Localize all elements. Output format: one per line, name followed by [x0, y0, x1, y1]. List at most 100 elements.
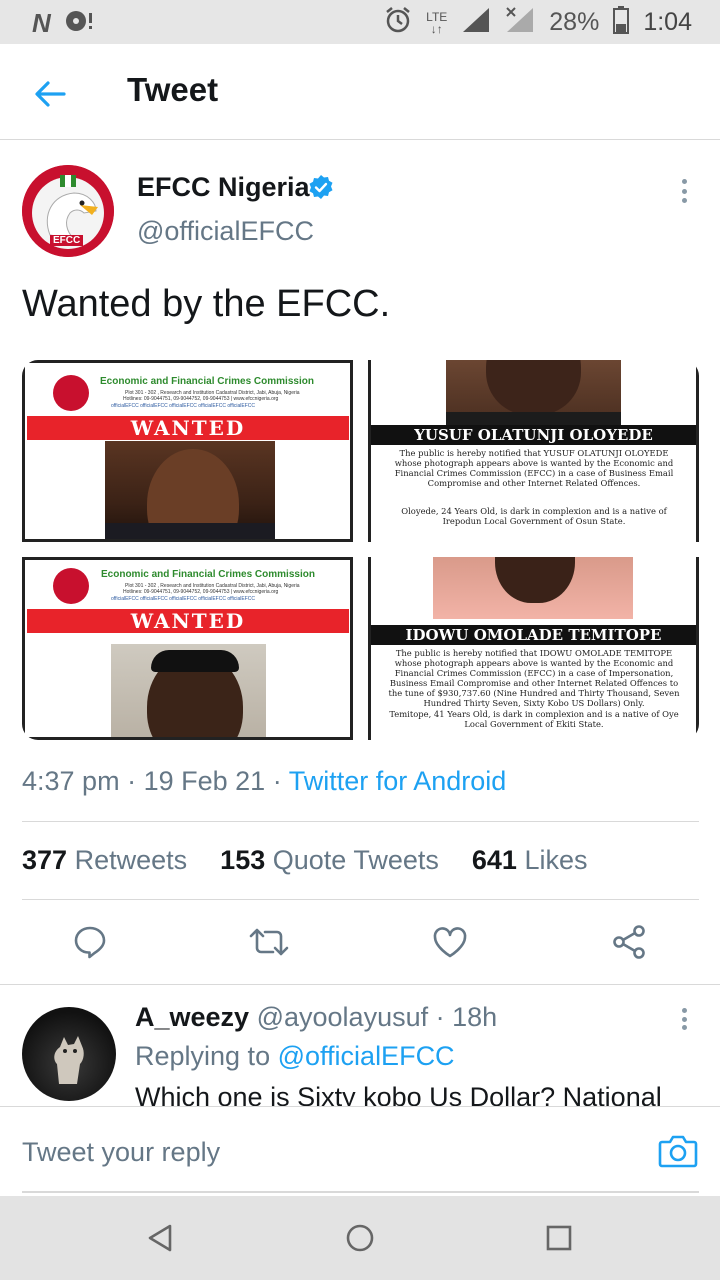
likes-label: Likes — [524, 845, 588, 875]
poster-org: Economic and Financial Crimes Commission — [100, 376, 314, 387]
poster-hotlines: Hotlines: 09-9044751, 09-9044752, 09-904… — [123, 396, 279, 402]
replying-to-handle[interactable]: @officialEFCC — [278, 1041, 455, 1071]
reply-time: 18h — [452, 1002, 498, 1032]
lte-icon: LTE ↓↑ — [426, 9, 448, 36]
nav-recents-button[interactable] — [541, 1220, 577, 1256]
tweet-text: Wanted by the EFCC. — [22, 283, 391, 325]
reply-input[interactable]: Tweet your reply — [22, 1137, 220, 1168]
composer-underline — [22, 1191, 699, 1193]
more-dot-icon — [681, 1025, 687, 1030]
signal-no-data-icon — [505, 6, 535, 39]
heart-icon — [433, 927, 467, 958]
nav-back-button[interactable] — [142, 1220, 178, 1256]
divider — [22, 821, 699, 822]
poster-details: Oloyede, 24 Years Old, is dark in comple… — [401, 506, 667, 526]
tweet-date: 19 Feb 21 — [143, 766, 266, 796]
reply-button[interactable] — [70, 922, 110, 962]
quotes-stat[interactable]: 153 Quote Tweets — [220, 845, 439, 875]
poster-hotlines: Hotlines: 09-9044751, 09-9044752, 09-904… — [123, 589, 279, 595]
section-divider — [0, 984, 720, 985]
tweet-time: 4:37 pm — [22, 766, 120, 796]
tweet-stats: 377 Retweets 153 Quote Tweets 641 Likes — [22, 845, 588, 876]
system-nav-bar — [0, 1196, 720, 1280]
back-arrow-icon — [35, 81, 66, 107]
like-button[interactable] — [430, 922, 470, 962]
camera-icon — [658, 1135, 698, 1168]
notification-disc-icon — [65, 9, 95, 38]
suspect-photo — [111, 644, 266, 737]
divider — [22, 899, 699, 900]
wanted-banner: WANTED — [27, 609, 349, 633]
reply-author-handle[interactable]: @ayoolayusuf — [257, 1002, 429, 1032]
poster-notice: The public is hereby notified that YUSUF… — [394, 448, 674, 488]
suspect-photo — [105, 441, 275, 539]
notification-n-icon: N — [32, 8, 51, 38]
more-dot-icon — [681, 198, 687, 203]
share-icon — [613, 925, 645, 959]
wanted-poster-1[interactable]: Economic and Financial Crimes Commission… — [22, 360, 353, 542]
efcc-logo-icon — [53, 568, 89, 604]
poster-notice: The public is hereby notified that IDOWU… — [388, 648, 680, 708]
square-recents-icon — [546, 1225, 572, 1251]
poster-social: officialEFCC officialEFCC officialEFCC o… — [111, 596, 256, 602]
tweet-more-button[interactable] — [672, 176, 696, 206]
tweet-source-link[interactable]: Twitter for Android — [289, 766, 507, 796]
battery-icon — [613, 6, 630, 39]
avatar-label: EFCC — [50, 235, 84, 246]
likes-stat[interactable]: 641 Likes — [472, 845, 588, 875]
clock: 1:04 — [643, 8, 692, 36]
replying-to: Replying to @officialEFCC — [135, 1041, 455, 1072]
wanted-banner: WANTED — [27, 416, 349, 440]
camera-button[interactable] — [658, 1133, 698, 1173]
efcc-logo-icon — [53, 375, 89, 411]
author-handle[interactable]: @officialEFCC — [137, 216, 314, 247]
reply-header: A_weezy @ayoolayusuf · 18h — [135, 1002, 498, 1032]
more-dot-icon — [681, 179, 687, 184]
retweet-icon — [249, 928, 289, 956]
tweet-meta: 4:37 pm · 19 Feb 21 · Twitter for Androi… — [22, 766, 507, 796]
likes-count: 641 — [471, 845, 517, 875]
poster-social: officialEFCC officialEFCC officialEFCC o… — [111, 403, 256, 409]
reply-icon — [74, 926, 106, 959]
share-button[interactable] — [609, 922, 649, 962]
tweet-actions — [0, 912, 720, 972]
reply-more-button[interactable] — [672, 1006, 696, 1032]
signal-icon — [461, 6, 491, 39]
reply-composer: Tweet your reply — [0, 1106, 720, 1196]
quotes-label: Quote Tweets — [272, 845, 439, 875]
battery-percent: 28% — [549, 8, 600, 36]
suspect-photo — [446, 360, 621, 426]
verified-badge-icon — [309, 175, 333, 199]
media-grid: Economic and Financial Crimes Commission… — [22, 360, 699, 740]
circle-home-icon — [346, 1224, 374, 1252]
more-dot-icon — [681, 188, 687, 194]
suspect-name: YUSUF OLATUNJI OLOYEDE — [371, 425, 696, 445]
reply-text: Which one is Sixty kobo Us Dollar? Natio… — [135, 1082, 662, 1106]
suspect-photo — [433, 557, 633, 619]
reply-author-name[interactable]: A_weezy — [135, 1002, 249, 1032]
quotes-count: 153 — [220, 845, 266, 875]
wanted-poster-3[interactable]: Economic and Financial Crimes Commission… — [22, 557, 353, 740]
poster-details: Temitope, 41 Years Old, is dark in compl… — [389, 709, 679, 729]
page-title: Tweet — [127, 71, 219, 108]
wanted-poster-4[interactable]: IDOWU OMOLADE TEMITOPE The public is her… — [368, 557, 699, 740]
status-bar: N LTE ↓↑ 28% 1:04 — [0, 0, 720, 44]
replying-to-label: Replying to — [135, 1041, 271, 1071]
author-avatar[interactable]: EFCC — [22, 165, 114, 257]
reply-avatar[interactable] — [22, 1007, 116, 1101]
triangle-back-icon — [148, 1224, 172, 1252]
back-button[interactable] — [26, 70, 74, 118]
app-bar: Tweet — [0, 44, 720, 140]
wanted-poster-2[interactable]: YUSUF OLATUNJI OLOYEDE The public is her… — [368, 360, 699, 542]
alarm-icon — [384, 6, 412, 39]
retweets-stat[interactable]: 377 Retweets — [22, 845, 187, 875]
author-name[interactable]: EFCC Nigeria — [137, 172, 310, 203]
nav-home-button[interactable] — [342, 1220, 378, 1256]
retweets-count: 377 — [22, 845, 68, 875]
more-dot-icon — [681, 1016, 687, 1022]
more-dot-icon — [681, 1008, 687, 1013]
retweets-label: Retweets — [74, 845, 188, 875]
poster-org: Economic and Financial Crimes Commission — [101, 569, 315, 580]
retweet-button[interactable] — [249, 922, 289, 962]
dog-photo-icon — [54, 1036, 84, 1084]
